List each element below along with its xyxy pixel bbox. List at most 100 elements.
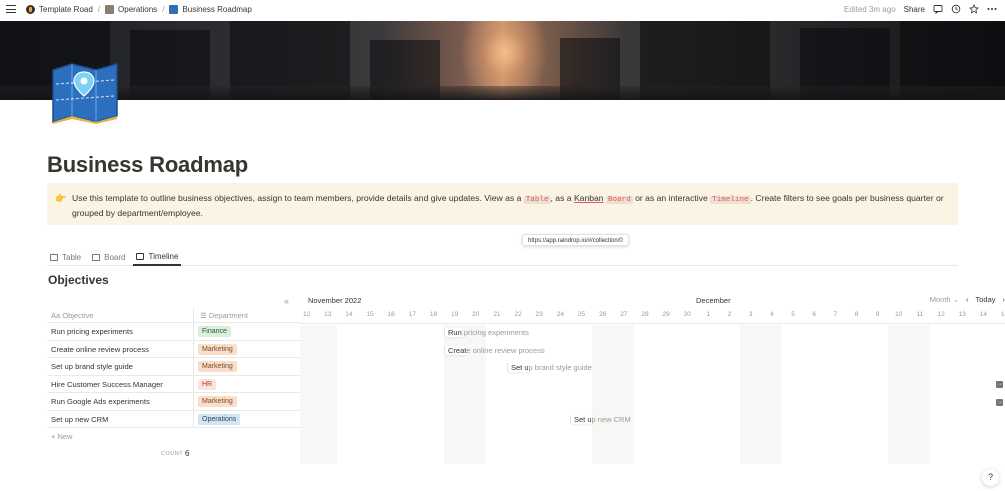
collapse-table-icon[interactable]: « — [284, 296, 289, 306]
objective-cell[interactable]: Run Google Ads experiments — [51, 397, 150, 406]
top-actions: Edited 3m ago Share — [844, 0, 997, 18]
timeline-day-label: 26 — [599, 311, 607, 318]
timeline-day-label: 28 — [641, 311, 649, 318]
timeline-day-label: 20 — [472, 311, 480, 318]
timeline-day-label: 30 — [683, 311, 691, 318]
timeline-month-label: November 2022 — [308, 296, 362, 305]
objective-cell[interactable]: Run pricing experiments — [51, 327, 133, 336]
cover-image — [0, 21, 1005, 100]
inline-code-board: Board — [605, 196, 633, 204]
timeline-day-label: 7 — [833, 311, 838, 318]
timeline-day-label: 6 — [812, 311, 816, 318]
share-button[interactable]: Share — [904, 5, 925, 14]
timeline-day-label: 2 — [727, 311, 732, 318]
table-row[interactable]: Set up new CRM Operations — [47, 410, 300, 428]
timeline-day-label: 27 — [620, 311, 628, 318]
timeline-day-label: 23 — [535, 311, 543, 318]
text-property-icon: Aa — [51, 311, 63, 320]
callout: 👉 Use this template to outline business … — [47, 183, 958, 225]
timeline-day-label: 11 — [916, 311, 924, 318]
link-tooltip: https://app.raindrop.io/#/collection/0 — [522, 234, 629, 246]
table-header: Aa Objective ☰ Department — [47, 307, 300, 323]
timeline-item[interactable]: Create online review process — [445, 344, 545, 358]
timeline-day-label: 13 — [958, 311, 966, 318]
chevron-left-icon[interactable]: ‹ — [966, 295, 969, 304]
objective-cell[interactable]: Set up new CRM — [51, 415, 108, 424]
timeline-item[interactable]: Run pricing experiments — [445, 326, 529, 340]
table-row[interactable]: Run pricing experiments Finance — [47, 323, 300, 341]
table-row[interactable]: Hire Customer Success Manager HR — [47, 375, 300, 393]
timeline-item[interactable]: Set up brand style guide — [508, 361, 592, 375]
tab-label: Table — [62, 252, 82, 262]
timeline-day-label: 15 — [366, 311, 374, 318]
timeline-day-label: 17 — [408, 311, 416, 318]
timeline-day-header: 12 13 14 15 16 17 18 19 20 21 22 23 24 25 26 27 28 29 30 1 2… — [300, 308, 1005, 324]
timeline-scale-select[interactable]: Month ⌄ — [930, 295, 959, 304]
callout-text: , as a — [550, 193, 574, 203]
objective-cell[interactable]: Create online review process — [51, 345, 149, 354]
top-bar: Template Road / Operations / Business Ro… — [0, 0, 1005, 18]
objective-column-header[interactable]: Aa Objective — [51, 311, 94, 320]
timeline: November 2022 December Month ⌄ ‹ Today ›… — [300, 292, 1005, 464]
pointing-hand-icon: 👉 — [55, 193, 67, 203]
callout-kanban-word: Kanban — [573, 193, 604, 203]
sidebar-menu-icon[interactable] — [6, 5, 16, 13]
scroll-to-item-arrow-icon[interactable]: → — [996, 399, 1003, 406]
timeline-month-label: December — [696, 296, 731, 305]
table-row[interactable]: Create online review process Marketing — [47, 340, 300, 358]
tab-timeline[interactable]: Timeline — [133, 248, 182, 266]
department-column-header[interactable]: ☰ Department — [200, 311, 248, 320]
breadcrumb: Template Road / Operations / Business Ro… — [26, 4, 252, 14]
timeline-day-label: 10 — [895, 311, 903, 318]
count-row[interactable]: COUNT 6 — [47, 445, 300, 463]
clock-icon[interactable] — [951, 4, 961, 14]
count-label: COUNT — [161, 451, 184, 457]
database-title[interactable]: Objectives — [48, 273, 109, 287]
new-row-button[interactable]: + New — [47, 428, 300, 445]
tab-board[interactable]: Board — [89, 248, 128, 266]
department-tag[interactable]: Finance — [198, 326, 231, 337]
scroll-to-item-arrow-icon[interactable]: → — [996, 381, 1003, 388]
weekend-shade — [740, 325, 782, 464]
breadcrumb-item-operations[interactable]: Operations — [118, 5, 157, 14]
road-sign-icon — [26, 4, 35, 14]
view-tabs: Table Board Timeline — [47, 248, 958, 266]
tab-label: Board — [104, 252, 126, 262]
department-tag[interactable]: Marketing — [198, 361, 237, 372]
objectives-table: Aa Objective ☰ Department Run pricing ex… — [47, 307, 300, 463]
objective-cell[interactable]: Hire Customer Success Manager — [51, 380, 163, 389]
table-icon — [50, 253, 58, 261]
timeline-day-label: 8 — [854, 311, 859, 318]
map-icon[interactable] — [50, 62, 120, 124]
table-row[interactable]: Set up brand style guide Marketing — [47, 358, 300, 376]
edited-status: Edited 3m ago — [844, 4, 896, 14]
callout-text: Use this template to outline business ob… — [72, 193, 524, 203]
department-tag[interactable]: Marketing — [198, 396, 237, 407]
more-icon[interactable] — [987, 4, 997, 14]
timeline-day-label: 13 — [324, 311, 332, 318]
timeline-day-label: 15 — [1000, 311, 1005, 318]
timeline-day-label: 14 — [345, 311, 353, 318]
timeline-day-label: 29 — [662, 311, 670, 318]
inline-code-table: Table — [523, 196, 551, 204]
timeline-day-label: 3 — [748, 311, 753, 318]
department-tag[interactable]: Operations — [198, 413, 241, 425]
timeline-day-label: 4 — [770, 311, 774, 318]
department-tag[interactable]: Marketing — [198, 343, 237, 355]
today-button[interactable]: Today — [975, 295, 995, 304]
timeline-day-label: 12 — [302, 311, 311, 318]
weekend-shade — [592, 325, 634, 464]
star-icon[interactable] — [969, 4, 979, 14]
breadcrumb-item-business-roadmap[interactable]: Business Roadmap — [182, 5, 251, 14]
tab-table[interactable]: Table — [47, 248, 84, 266]
help-button[interactable]: ? — [982, 469, 999, 486]
department-tag[interactable]: HR — [198, 378, 217, 390]
breadcrumb-item-template-road[interactable]: Template Road — [39, 5, 93, 14]
weekend-shade — [888, 325, 930, 464]
objective-cell[interactable]: Set up brand style guide — [51, 362, 133, 371]
comment-icon[interactable] — [933, 4, 943, 14]
timeline-item[interactable]: Set up new CRM — [571, 413, 631, 427]
table-row[interactable]: Run Google Ads experiments Marketing — [47, 393, 300, 411]
page-title[interactable]: Business Roadmap — [47, 152, 248, 178]
timeline-icon — [136, 252, 145, 260]
